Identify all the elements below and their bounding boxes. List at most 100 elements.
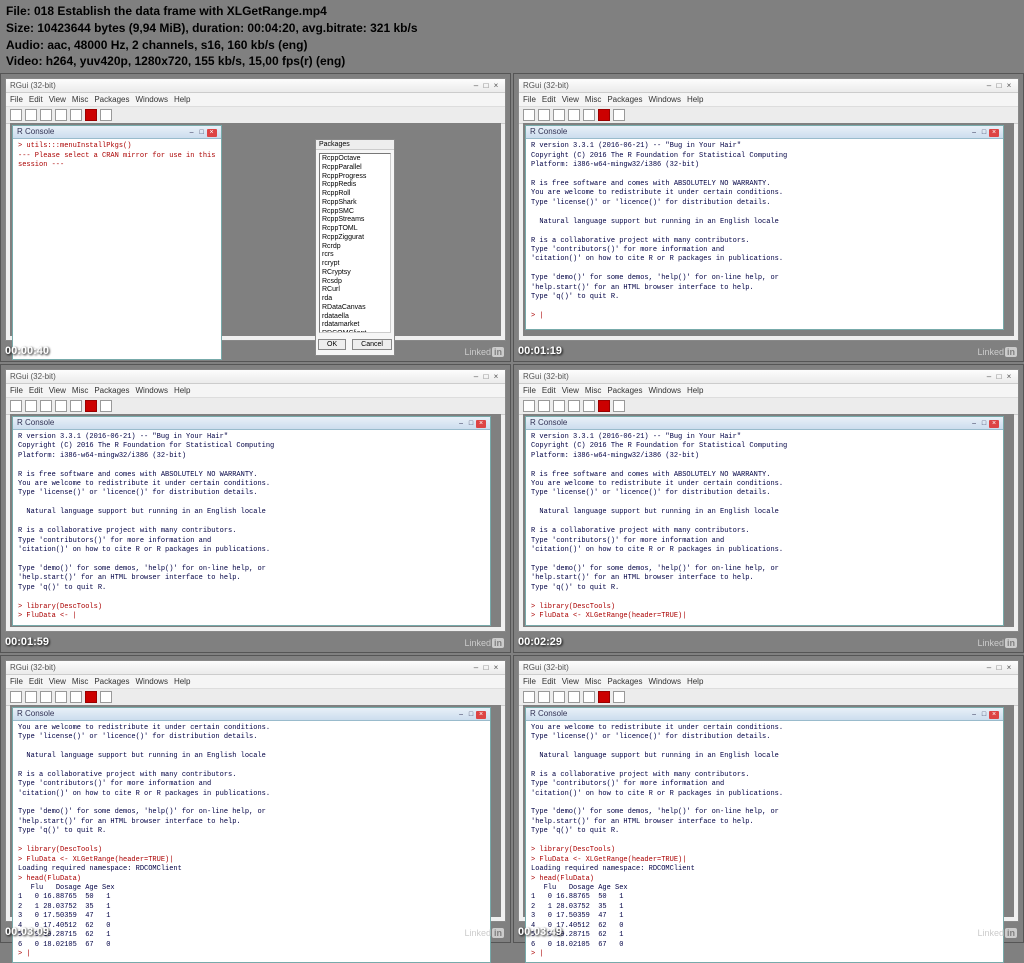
console-output[interactable]: R version 3.3.1 (2016-06-21) -- "Bug in … bbox=[526, 139, 1003, 329]
toolbar-print-icon[interactable] bbox=[70, 109, 82, 121]
package-list-item[interactable]: rda bbox=[322, 295, 388, 304]
window-buttons[interactable]: –□× bbox=[984, 81, 1014, 90]
audio-line: Audio: aac, 48000 Hz, 2 channels, s16, 1… bbox=[6, 37, 1018, 54]
toolbar-save-icon[interactable] bbox=[25, 109, 37, 121]
close-icon: × bbox=[491, 81, 501, 90]
package-list-item[interactable]: RCurl bbox=[322, 286, 388, 295]
package-list-item[interactable]: Rcsdp bbox=[322, 278, 388, 287]
timestamp: 00:01:19 bbox=[518, 345, 562, 357]
toolbar[interactable] bbox=[519, 689, 1018, 706]
toolbar[interactable] bbox=[6, 689, 505, 706]
console-output[interactable]: You are welcome to redistribute it under… bbox=[526, 721, 1003, 963]
file-line: File: 018 Establish the data frame with … bbox=[6, 3, 1018, 20]
window-title: RGui (32-bit) bbox=[10, 81, 56, 90]
linkedin-watermark: Linkedin bbox=[464, 928, 504, 938]
thumbnail-1: RGui (32-bit) –□× File Edit View Misc Pa… bbox=[0, 73, 511, 362]
package-list-item[interactable]: rcrs bbox=[322, 251, 388, 260]
thumbnail-5: RGui (32-bit)–□× FileEditViewMiscPackage… bbox=[0, 655, 511, 944]
package-list-item[interactable]: RcppOctave bbox=[322, 155, 388, 164]
rgui-window: RGui (32-bit)–□× FileEditViewMiscPackage… bbox=[518, 369, 1019, 632]
package-list-item[interactable]: RcppZiggurat bbox=[322, 234, 388, 243]
r-console-window: R Console–□× You are welcome to redistri… bbox=[12, 707, 491, 963]
thumbnail-4: RGui (32-bit)–□× FileEditViewMiscPackage… bbox=[513, 364, 1024, 653]
ok-button[interactable]: OK bbox=[318, 339, 346, 350]
toolbar-help-icon[interactable] bbox=[100, 109, 112, 121]
r-console-window: R Console–□× R version 3.3.1 (2016-06-21… bbox=[12, 416, 491, 626]
r-console-window: R Console–□× > utils:::menuInstallPkgs()… bbox=[12, 125, 222, 360]
package-list-item[interactable]: RcppParallel bbox=[322, 164, 388, 173]
thumbnail-3: RGui (32-bit)–□× FileEditViewMiscPackage… bbox=[0, 364, 511, 653]
thumbnail-2: RGui (32-bit)–□× FileEditViewMiscPackage… bbox=[513, 73, 1024, 362]
r-console-window: R Console–□× R version 3.3.1 (2016-06-21… bbox=[525, 416, 1004, 626]
window-title: RGui (32-bit) bbox=[10, 372, 56, 381]
rgui-window: RGui (32-bit)–□× FileEditViewMiscPackage… bbox=[5, 369, 506, 632]
menu-bar[interactable]: FileEditViewMiscPackagesWindowsHelp bbox=[519, 93, 1018, 107]
window-title: RGui (32-bit) bbox=[523, 663, 569, 672]
menu-edit[interactable]: Edit bbox=[29, 95, 43, 104]
timestamp: 00:00:40 bbox=[5, 345, 49, 357]
package-list-item[interactable]: RcppRedis bbox=[322, 181, 388, 190]
console-output[interactable]: R version 3.3.1 (2016-06-21) -- "Bug in … bbox=[526, 430, 1003, 625]
window-buttons[interactable]: –□× bbox=[471, 81, 501, 90]
menu-bar[interactable]: FileEditViewMiscPackagesWindowsHelp bbox=[6, 384, 505, 398]
linkedin-watermark: Linkedin bbox=[464, 638, 504, 648]
menu-view[interactable]: View bbox=[49, 95, 66, 104]
thumbnail-6: RGui (32-bit)–□× FileEditViewMiscPackage… bbox=[513, 655, 1024, 944]
packages-listbox[interactable]: RcppOctaveRcppParallelRcppProgressRcppRe… bbox=[319, 153, 391, 333]
r-console-window: R Console–□× R version 3.3.1 (2016-06-21… bbox=[525, 125, 1004, 330]
cancel-button[interactable]: Cancel bbox=[352, 339, 392, 350]
package-list-item[interactable]: rdataella bbox=[322, 313, 388, 322]
menu-bar[interactable]: File Edit View Misc Packages Windows Hel… bbox=[6, 93, 505, 107]
package-list-item[interactable]: Rcrdp bbox=[322, 243, 388, 252]
toolbar-copy-icon[interactable] bbox=[40, 109, 52, 121]
package-list-item[interactable]: RcppProgress bbox=[322, 173, 388, 182]
linkedin-watermark: Linkedin bbox=[977, 347, 1017, 357]
package-list-item[interactable]: rcrypt bbox=[322, 260, 388, 269]
toolbar-stop-icon[interactable] bbox=[85, 109, 97, 121]
timestamp: 00:03:49 bbox=[518, 926, 562, 938]
menu-bar[interactable]: FileEditViewMiscPackagesWindowsHelp bbox=[519, 384, 1018, 398]
toolbar[interactable] bbox=[6, 398, 505, 415]
packages-dialog[interactable]: Packages RcppOctaveRcppParallelRcppProgr… bbox=[315, 139, 395, 356]
minimize-icon: – bbox=[471, 81, 481, 90]
menu-bar[interactable]: FileEditViewMiscPackagesWindowsHelp bbox=[6, 675, 505, 689]
console-output[interactable]: You are welcome to redistribute it under… bbox=[13, 721, 490, 963]
package-list-item[interactable]: RcppTOML bbox=[322, 225, 388, 234]
window-title: RGui (32-bit) bbox=[523, 372, 569, 381]
toolbar-open-icon[interactable] bbox=[10, 109, 22, 121]
package-list-item[interactable]: RcppStreams bbox=[322, 216, 388, 225]
timestamp: 00:02:29 bbox=[518, 636, 562, 648]
video-line: Video: h264, yuv420p, 1280x720, 155 kb/s… bbox=[6, 53, 1018, 70]
package-list-item[interactable]: rdatamarket bbox=[322, 321, 388, 330]
timestamp: 00:03:09 bbox=[5, 926, 49, 938]
toolbar[interactable] bbox=[6, 107, 505, 124]
menu-windows[interactable]: Windows bbox=[135, 95, 167, 104]
console-output[interactable]: > utils:::menuInstallPkgs() --- Please s… bbox=[13, 139, 221, 359]
linkedin-watermark: Linkedin bbox=[464, 347, 504, 357]
menu-file[interactable]: File bbox=[10, 95, 23, 104]
window-title: RGui (32-bit) bbox=[10, 663, 56, 672]
menu-help[interactable]: Help bbox=[174, 95, 190, 104]
console-output[interactable]: R version 3.3.1 (2016-06-21) -- "Bug in … bbox=[13, 430, 490, 625]
r-console-window: R Console–□× You are welcome to redistri… bbox=[525, 707, 1004, 963]
rgui-window: RGui (32-bit) –□× File Edit View Misc Pa… bbox=[5, 78, 506, 341]
package-list-item[interactable]: RcppRoll bbox=[322, 190, 388, 199]
menu-misc[interactable]: Misc bbox=[72, 95, 88, 104]
toolbar[interactable] bbox=[519, 398, 1018, 415]
console-title: R Console bbox=[530, 127, 567, 137]
package-list-item[interactable]: RDataCanvas bbox=[322, 304, 388, 313]
thumbnail-grid: RGui (32-bit) –□× File Edit View Misc Pa… bbox=[0, 73, 1024, 943]
package-list-item[interactable]: RCryptsy bbox=[322, 269, 388, 278]
toolbar-paste-icon[interactable] bbox=[55, 109, 67, 121]
size-line: Size: 10423644 bytes (9,94 MiB), duratio… bbox=[6, 20, 1018, 37]
package-list-item[interactable]: RcppSMC bbox=[322, 208, 388, 217]
timestamp: 00:01:59 bbox=[5, 636, 49, 648]
package-list-item[interactable]: RcppShark bbox=[322, 199, 388, 208]
rgui-window: RGui (32-bit)–□× FileEditViewMiscPackage… bbox=[518, 78, 1019, 341]
menu-bar[interactable]: FileEditViewMiscPackagesWindowsHelp bbox=[519, 675, 1018, 689]
console-title: R Console bbox=[17, 127, 54, 137]
linkedin-watermark: Linkedin bbox=[977, 638, 1017, 648]
package-list-item[interactable]: RDCOMClient bbox=[322, 330, 388, 333]
toolbar[interactable] bbox=[519, 107, 1018, 124]
menu-packages[interactable]: Packages bbox=[94, 95, 129, 104]
